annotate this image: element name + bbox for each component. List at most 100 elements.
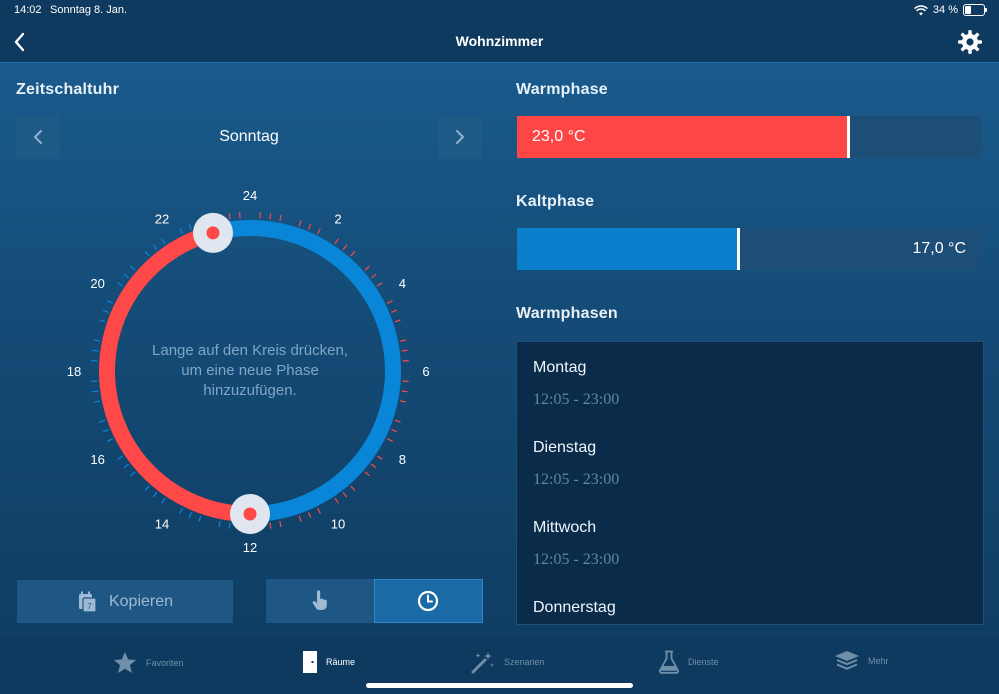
day-navigator: Sonntag <box>16 115 482 159</box>
time-dial[interactable]: 24 2 4 6 8 10 12 14 16 18 20 22 Lange auf den Kreis… <box>50 181 450 561</box>
warm-phases-list[interactable]: Montag 12:05 - 23:00 Dienstag 12:05 - 23… <box>516 341 984 625</box>
chevron-right-icon <box>456 130 464 144</box>
hour-label: 12 <box>243 540 257 555</box>
hour-label: 4 <box>399 276 406 291</box>
gear-icon[interactable] <box>957 29 983 55</box>
tab-label: Mehr <box>868 656 889 666</box>
dial-tick <box>394 419 401 423</box>
dial-tick <box>117 455 124 460</box>
home-indicator <box>366 683 633 688</box>
dial-tick <box>99 419 106 423</box>
layers-icon <box>835 651 859 670</box>
battery-percent: 34 % <box>932 4 958 16</box>
dial-tick <box>371 463 377 469</box>
tab-label: Favoriten <box>146 658 184 668</box>
dial-tick <box>350 485 356 491</box>
phase-day: Dienstag <box>533 439 597 456</box>
dial-tick <box>117 282 124 287</box>
hour-label: 20 <box>90 276 104 291</box>
dial-tick <box>198 515 202 522</box>
battery-icon <box>963 4 987 16</box>
status-date: Sonntag 8. Jan. <box>50 4 128 16</box>
dial-tick <box>394 319 401 323</box>
cold-slider-fill <box>517 228 739 270</box>
hour-label: 8 <box>399 452 406 467</box>
list-item[interactable]: Montag 12:05 - 23:00 <box>517 342 983 422</box>
tab-mehr[interactable]: Mehr <box>834 650 889 672</box>
dial-tick <box>334 497 339 504</box>
dial-tick <box>307 512 312 519</box>
dial-tick <box>298 220 302 227</box>
dial-tick <box>371 273 377 279</box>
tab-label: Dienste <box>688 657 719 667</box>
page-title: Wohnzimmer <box>455 33 544 49</box>
copy-button[interactable]: 7 Kopieren <box>17 580 233 623</box>
hour-label: 18 <box>67 364 81 379</box>
dial-tick <box>93 339 101 342</box>
copy-button-label: Kopieren <box>108 592 174 610</box>
tab-label: Szenarien <box>504 657 545 667</box>
dial-tick <box>298 515 302 522</box>
flask-icon <box>658 650 680 674</box>
dial-tick <box>391 309 398 314</box>
tab-label: Räume <box>326 657 356 667</box>
dial-tick <box>152 244 158 250</box>
phase-day: Mittwoch <box>533 519 597 536</box>
dial-tick <box>107 438 114 442</box>
status-bar: 14:02 Sonntag 8. Jan. 34 % <box>0 0 999 22</box>
dial-tick <box>161 238 166 245</box>
dial-tick <box>376 282 383 287</box>
list-item[interactable]: Donnerstag <box>517 582 983 624</box>
dial-tick <box>386 300 393 304</box>
dial-tick <box>188 512 193 519</box>
warm-title: Warmphase <box>516 81 608 98</box>
hour-label: 22 <box>155 212 169 227</box>
dial-tick <box>152 492 158 498</box>
dial-tick <box>218 520 221 528</box>
dial-tick <box>334 238 339 245</box>
phase-times: 12:05 - 23:00 <box>533 471 620 488</box>
dial-tick <box>342 244 348 250</box>
timer-title: Zeitschaltuhr <box>16 81 120 98</box>
dial-tick <box>391 428 398 433</box>
dial-tick <box>228 522 231 529</box>
tab-szenarien[interactable]: Szenarien <box>470 650 545 674</box>
dial-tick <box>342 492 348 498</box>
dial-tick <box>364 471 370 477</box>
door-icon <box>303 651 317 673</box>
dial-tick <box>269 522 272 529</box>
hour-label: 2 <box>334 212 341 227</box>
dial-tick <box>401 390 408 393</box>
dial-tick <box>399 400 407 403</box>
dial-tick <box>144 485 150 491</box>
dial-tick <box>92 390 99 393</box>
list-item[interactable]: Mittwoch 12:05 - 23:00 <box>517 502 983 582</box>
phase-day: Donnerstag <box>533 599 616 616</box>
next-day-button[interactable] <box>438 115 482 159</box>
dial-tick <box>188 223 193 230</box>
dial-tick <box>228 213 231 220</box>
list-item[interactable]: Dienstag 12:05 - 23:00 <box>517 422 983 502</box>
hour-label: 6 <box>422 364 429 379</box>
dial-tick <box>130 471 136 477</box>
cold-title: Kaltphase <box>516 193 595 210</box>
timer-mode-button[interactable] <box>373 579 483 623</box>
cold-temperature-slider[interactable]: 17,0 °C <box>517 228 981 270</box>
warm-temperature-slider[interactable]: 23,0 °C <box>517 116 981 158</box>
dial-tick <box>179 507 183 514</box>
mode-segmented-control <box>266 579 483 623</box>
cold-slider-handle[interactable] <box>737 228 740 270</box>
tab-raeume[interactable]: Räume <box>302 650 355 674</box>
dial-tick <box>364 265 370 271</box>
status-right: 34 % <box>913 4 987 16</box>
tab-dienste[interactable]: Dienste <box>658 650 719 674</box>
warm-slider-handle[interactable] <box>847 116 850 158</box>
hour-label: 10 <box>331 516 345 531</box>
dial-tick <box>161 497 166 504</box>
dial-tick <box>279 214 282 222</box>
manual-mode-button[interactable] <box>266 579 374 623</box>
tab-favoriten[interactable]: Favoriten <box>112 650 184 676</box>
prev-day-button[interactable] <box>16 115 60 159</box>
nav-bar: Wohnzimmer <box>0 22 999 62</box>
dial-tick <box>123 463 129 469</box>
